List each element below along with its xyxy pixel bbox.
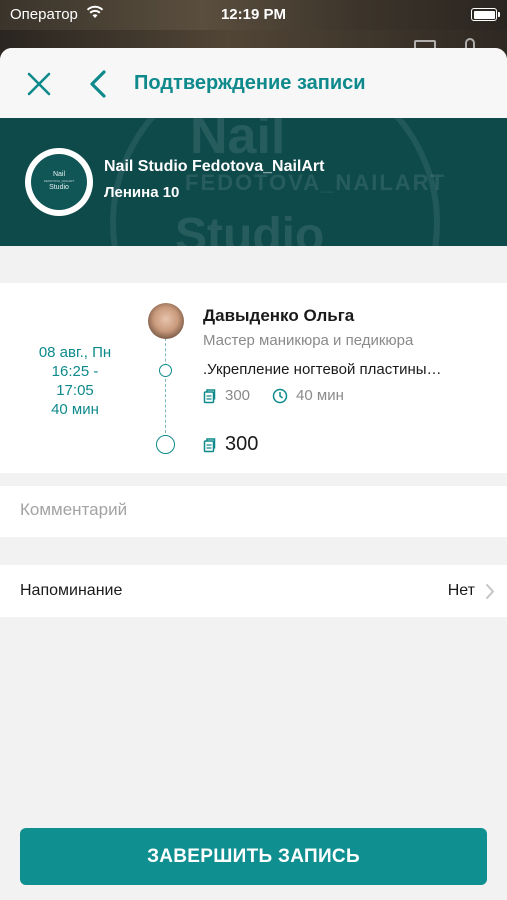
reminder-value: Нет [447, 582, 475, 599]
battery-icon [471, 8, 500, 21]
appointment-time-start: 16:25 - [51, 363, 99, 380]
total-row: 300 [203, 433, 258, 456]
reminder-label: Напоминание [20, 582, 123, 599]
timeline-node [159, 364, 172, 377]
service-price: 300 [225, 387, 251, 404]
status-bar: Оператор 12:19 PM [0, 0, 507, 30]
service-name: .Укрепление ногтевой пластины… [203, 361, 442, 378]
master-name: Давыденко Ольга [203, 306, 355, 325]
chevron-right-icon [485, 583, 495, 605]
service-meta: 300 40 мин [203, 387, 344, 404]
price-tag-icon [203, 388, 216, 403]
studio-name: Nail Studio Fedotova_NailArt [104, 158, 325, 175]
studio-banner: Nail FEDOTOVA_NAILART Studio Nail FEDOTO… [0, 118, 507, 246]
complete-booking-button[interactable]: ЗАВЕРШИТЬ ЗАПИСЬ [20, 828, 487, 885]
appointment-datetime: 08 авг., Пн 16:25 - 17:05 40 мин [0, 343, 150, 419]
studio-logo: Nail FEDOTOVA_NAILART Studio [25, 148, 93, 216]
price-tag-icon [203, 437, 216, 452]
confirmation-sheet: Подтверждение записи Nail FEDOTOVA_NAILA… [0, 48, 507, 900]
avatar [148, 303, 184, 339]
logo-text: Studio [49, 184, 69, 191]
comment-row [0, 485, 507, 537]
clock-icon [272, 388, 288, 403]
nav-bar: Подтверждение записи [0, 48, 507, 118]
studio-address: Ленина 10 [104, 184, 180, 201]
master-role: Мастер маникюра и педикюра [203, 332, 414, 349]
logo-text: Nail [52, 171, 66, 178]
comment-input[interactable] [20, 500, 490, 520]
back-chevron-icon[interactable] [88, 69, 108, 99]
clock: 12:19 PM [220, 6, 287, 23]
appointment-date: 08 авг., Пн [38, 344, 112, 361]
close-icon[interactable] [26, 71, 52, 97]
watermark-text: Studio [175, 209, 325, 246]
total-price: 300 [225, 433, 259, 455]
page-title: Подтверждение записи [134, 72, 366, 94]
appointment-card: 08 авг., Пн 16:25 - 17:05 40 мин Давыден… [0, 283, 507, 473]
appointment-duration: 40 мин [51, 401, 99, 418]
logo-subtext: FEDOTOVA_NAILART [43, 179, 75, 183]
timeline-line [165, 338, 166, 433]
appointment-time-end: 17:05 [56, 382, 94, 399]
reminder-row[interactable]: Напоминание Нет [0, 565, 507, 617]
timeline-node-total [156, 435, 175, 454]
service-duration: 40 мин [296, 387, 344, 404]
